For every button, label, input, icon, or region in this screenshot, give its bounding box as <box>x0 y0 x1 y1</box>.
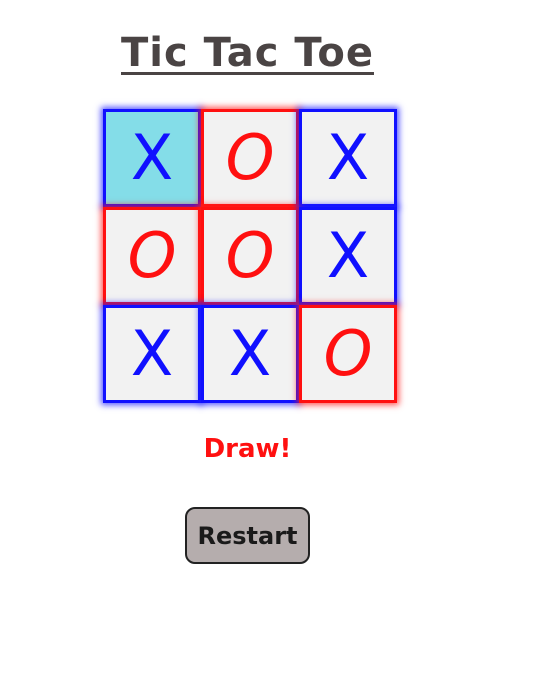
cell-mark: X <box>228 317 272 390</box>
game-board: X O X O O X X X O <box>103 109 397 403</box>
cell-mark: O <box>323 317 373 390</box>
cell-mark: O <box>127 219 177 292</box>
board-cell[interactable]: O <box>299 305 397 403</box>
board-cell[interactable]: X <box>299 109 397 207</box>
cell-mark: X <box>130 317 174 390</box>
cell-mark: X <box>130 121 174 194</box>
board-cell[interactable]: O <box>201 109 299 207</box>
cell-mark: X <box>326 121 370 194</box>
board-cell[interactable]: X <box>299 207 397 305</box>
restart-button[interactable]: Restart <box>185 507 310 564</box>
cell-mark: O <box>225 219 275 292</box>
page-title: Tic Tac Toe <box>121 30 374 76</box>
cell-mark: X <box>326 219 370 292</box>
board-cell[interactable]: O <box>103 207 201 305</box>
cell-mark: O <box>225 121 275 194</box>
game-status: Draw! <box>203 434 292 464</box>
board-cell[interactable]: X <box>103 109 201 207</box>
board-cell[interactable]: X <box>103 305 201 403</box>
board-cell[interactable]: X <box>201 305 299 403</box>
board-cell[interactable]: O <box>201 207 299 305</box>
